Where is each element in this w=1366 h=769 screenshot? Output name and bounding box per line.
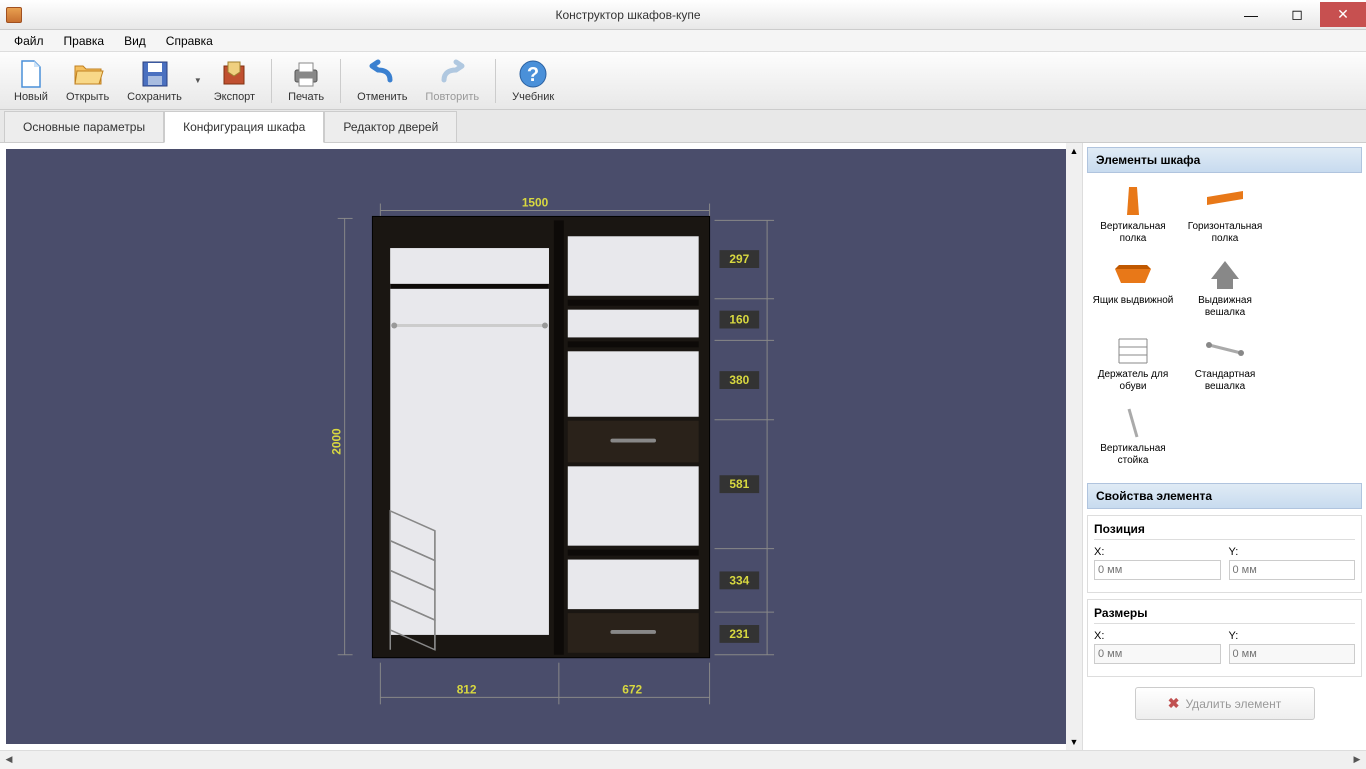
- shoe-rack-icon: [1111, 331, 1155, 367]
- toolbar-separator: [340, 59, 341, 103]
- save-button[interactable]: Сохранить: [119, 54, 190, 108]
- menu-view[interactable]: Вид: [114, 31, 156, 51]
- open-folder-icon: [72, 58, 104, 90]
- vertical-shelf-icon: [1111, 183, 1155, 219]
- titlebar: Конструктор шкафов-купе — ◻ ✕: [0, 0, 1366, 30]
- y-label: Y:: [1229, 546, 1356, 558]
- save-dropdown-arrow[interactable]: ▼: [192, 76, 204, 85]
- delete-label: Удалить элемент: [1186, 697, 1282, 711]
- svg-text:2000: 2000: [330, 428, 344, 455]
- rod-icon: [1203, 331, 1247, 367]
- scroll-up-icon[interactable]: ▲: [1066, 143, 1082, 159]
- position-y-input[interactable]: [1229, 560, 1356, 580]
- save-icon: [139, 58, 171, 90]
- position-x-input[interactable]: [1094, 560, 1221, 580]
- tab-params[interactable]: Основные параметры: [4, 111, 164, 142]
- window-title: Конструктор шкафов-купе: [28, 8, 1228, 22]
- redo-icon: [436, 58, 468, 90]
- svg-text:231: 231: [729, 627, 749, 641]
- elements-grid: Вертикальная полка Горизонтальная полка …: [1087, 173, 1362, 477]
- element-vertical-post[interactable]: Вертикальная стойка: [1087, 399, 1179, 473]
- tabs: Основные параметры Конфигурация шкафа Ре…: [0, 110, 1366, 142]
- svg-text:?: ?: [527, 64, 539, 86]
- elements-header: Элементы шкафа: [1087, 147, 1362, 173]
- position-title: Позиция: [1094, 522, 1355, 540]
- svg-text:160: 160: [729, 313, 749, 327]
- print-button[interactable]: Печать: [280, 54, 332, 108]
- svg-text:334: 334: [729, 573, 749, 587]
- svg-text:380: 380: [729, 373, 749, 387]
- menu-help[interactable]: Справка: [156, 31, 223, 51]
- export-button[interactable]: Экспорт: [206, 54, 263, 108]
- scroll-right-icon[interactable]: ▶: [1348, 751, 1366, 769]
- delete-element-button[interactable]: ✖ Удалить элемент: [1135, 687, 1315, 720]
- dim-x-input[interactable]: [1094, 644, 1221, 664]
- maximize-button[interactable]: ◻: [1274, 2, 1320, 27]
- close-button[interactable]: ✕: [1320, 2, 1366, 27]
- new-file-icon: [15, 58, 47, 90]
- help-icon: ?: [517, 58, 549, 90]
- element-vertical-shelf[interactable]: Вертикальная полка: [1087, 177, 1179, 251]
- vertical-scrollbar[interactable]: ▲ ▼: [1066, 143, 1082, 750]
- x-label: X:: [1094, 546, 1221, 558]
- props-header: Свойства элемента: [1087, 483, 1362, 509]
- scroll-left-icon[interactable]: ◀: [0, 751, 18, 769]
- scroll-down-icon[interactable]: ▼: [1066, 734, 1082, 750]
- minimize-button[interactable]: —: [1228, 2, 1274, 27]
- toolbar-separator: [271, 59, 272, 103]
- menu-file[interactable]: Файл: [4, 31, 54, 51]
- new-button[interactable]: Новый: [6, 54, 56, 108]
- side-panel: Элементы шкафа Вертикальная полка Горизо…: [1082, 143, 1366, 750]
- dim-x-label: X:: [1094, 630, 1221, 642]
- element-pullout-hanger[interactable]: Выдвижная вешалка: [1179, 251, 1271, 325]
- open-button[interactable]: Открыть: [58, 54, 117, 108]
- svg-text:581: 581: [729, 477, 749, 491]
- horizontal-scrollbar[interactable]: ◀ ▶: [0, 750, 1366, 768]
- tutorial-button[interactable]: ? Учебник: [504, 54, 562, 108]
- toolbar: Новый Открыть Сохранить ▼ Экспорт Печать…: [0, 52, 1366, 110]
- export-icon: [218, 58, 250, 90]
- svg-text:1500: 1500: [522, 196, 549, 210]
- element-shoe-rack[interactable]: Держатель для обуви: [1087, 325, 1179, 399]
- menu-edit[interactable]: Правка: [54, 31, 115, 51]
- menubar: Файл Правка Вид Справка: [0, 30, 1366, 52]
- dimensions-section: Размеры X: Y:: [1087, 599, 1362, 677]
- svg-text:812: 812: [457, 682, 477, 696]
- tab-config[interactable]: Конфигурация шкафа: [164, 111, 324, 143]
- element-horizontal-shelf[interactable]: Горизонтальная полка: [1179, 177, 1271, 251]
- element-standard-hanger[interactable]: Стандартная вешалка: [1179, 325, 1271, 399]
- redo-button[interactable]: Повторить: [417, 54, 487, 108]
- delete-x-icon: ✖: [1168, 695, 1180, 712]
- dim-y-input[interactable]: [1229, 644, 1356, 664]
- toolbar-separator: [495, 59, 496, 103]
- undo-button[interactable]: Отменить: [349, 54, 415, 108]
- tab-doors[interactable]: Редактор дверей: [324, 111, 457, 142]
- canvas-wrap: 1500 2000: [0, 143, 1082, 750]
- svg-text:297: 297: [729, 252, 749, 266]
- element-drawer[interactable]: Ящик выдвижной: [1087, 251, 1179, 325]
- post-icon: [1111, 405, 1155, 441]
- undo-icon: [366, 58, 398, 90]
- hanger-icon: [1203, 257, 1247, 293]
- svg-text:672: 672: [622, 682, 642, 696]
- position-section: Позиция X: Y:: [1087, 515, 1362, 593]
- dimensions-title: Размеры: [1094, 606, 1355, 624]
- drawer-icon: [1111, 257, 1155, 293]
- cabinet-drawing: 1500 2000: [6, 149, 1076, 744]
- dim-y-label: Y:: [1229, 630, 1356, 642]
- print-icon: [290, 58, 322, 90]
- horizontal-shelf-icon: [1203, 183, 1247, 219]
- app-icon: [6, 7, 22, 23]
- canvas[interactable]: 1500 2000: [6, 149, 1076, 744]
